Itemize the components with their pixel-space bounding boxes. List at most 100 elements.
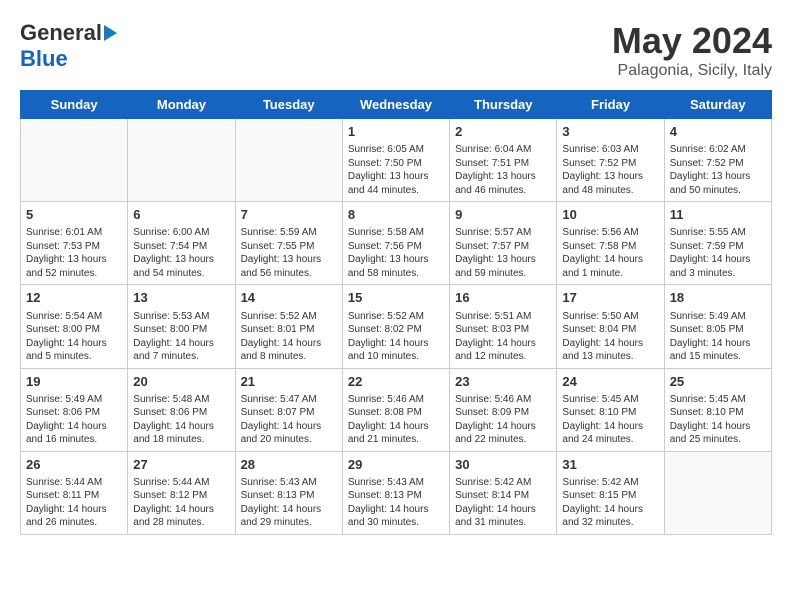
- calendar-cell: 23Sunrise: 5:46 AMSunset: 8:09 PMDayligh…: [450, 368, 557, 451]
- calendar-cell: 12 Sunrise: 5:54 AMSunset: 8:00 PMDayligh…: [21, 285, 128, 368]
- logo: General Blue: [20, 20, 119, 72]
- day-number: 6: [133, 206, 229, 224]
- day-info: Sunrise: 6:00 AMSunset: 7:54 PMDaylight:…: [133, 226, 229, 280]
- calendar-week-2: 5 Sunrise: 6:01 AMSunset: 7:53 PMDaylight…: [21, 202, 772, 285]
- day-info: Sunrise: 5:49 AMSunset: 8:05 PMDaylight:…: [670, 310, 766, 364]
- day-info: Sunrise: 5:42 AMSunset: 8:14 PMDaylight:…: [455, 476, 551, 530]
- day-number: 12: [26, 289, 122, 307]
- calendar-cell: 17Sunrise: 5:50 AMSunset: 8:04 PMDayligh…: [557, 285, 664, 368]
- day-info: Sunrise: 5:46 AMSunset: 8:08 PMDaylight:…: [348, 393, 444, 447]
- page-title: May 2024: [612, 20, 772, 62]
- day-info: Sunrise: 5:49 AMSunset: 8:06 PMDaylight:…: [26, 393, 122, 447]
- calendar-cell: 24 Sunrise: 5:45 AMSunset: 8:10 PMDayligh…: [557, 368, 664, 451]
- day-number: 29: [348, 456, 444, 474]
- calendar-week-5: 26Sunrise: 5:44 AMSunset: 8:11 PMDayligh…: [21, 451, 772, 534]
- calendar-cell: 7 Sunrise: 5:59 AMSunset: 7:55 PMDaylight…: [235, 202, 342, 285]
- calendar-cell: 22 Sunrise: 5:46 AMSunset: 8:08 PMDayligh…: [342, 368, 449, 451]
- day-number: 5: [26, 206, 122, 224]
- weekday-header-tuesday: Tuesday: [235, 91, 342, 119]
- logo-blue-text: Blue: [20, 46, 68, 71]
- day-number: 26: [26, 456, 122, 474]
- calendar-cell: 14 Sunrise: 5:52 AMSunset: 8:01 PMDayligh…: [235, 285, 342, 368]
- weekday-header-sunday: Sunday: [21, 91, 128, 119]
- day-number: 23: [455, 373, 551, 391]
- page-subtitle: Palagonia, Sicily, Italy: [612, 62, 772, 80]
- day-info: Sunrise: 6:02 AMSunset: 7:52 PMDaylight:…: [670, 143, 766, 197]
- day-info: Sunrise: 5:58 AMSunset: 7:56 PMDaylight:…: [348, 226, 444, 280]
- calendar-cell: 8 Sunrise: 5:58 AMSunset: 7:56 PMDaylight…: [342, 202, 449, 285]
- calendar-cell: 20 Sunrise: 5:48 AMSunset: 8:06 PMDayligh…: [128, 368, 235, 451]
- day-number: 17: [562, 289, 658, 307]
- day-info: Sunrise: 5:54 AMSunset: 8:00 PMDaylight:…: [26, 310, 122, 364]
- day-info: Sunrise: 5:59 AMSunset: 7:55 PMDaylight:…: [241, 226, 337, 280]
- day-info: Sunrise: 6:04 AMSunset: 7:51 PMDaylight:…: [455, 143, 551, 197]
- day-info: Sunrise: 5:47 AMSunset: 8:07 PMDaylight:…: [241, 393, 337, 447]
- calendar-cell: 16Sunrise: 5:51 AMSunset: 8:03 PMDayligh…: [450, 285, 557, 368]
- day-number: 19: [26, 373, 122, 391]
- calendar-cell: 4Sunrise: 6:02 AMSunset: 7:52 PMDaylight…: [664, 119, 771, 202]
- page-header: General Blue May 2024 Palagonia, Sicily,…: [20, 20, 772, 80]
- day-number: 14: [241, 289, 337, 307]
- day-number: 24: [562, 373, 658, 391]
- calendar-cell: [235, 119, 342, 202]
- calendar-cell: 21 Sunrise: 5:47 AMSunset: 8:07 PMDayligh…: [235, 368, 342, 451]
- day-number: 30: [455, 456, 551, 474]
- day-number: 15: [348, 289, 444, 307]
- day-number: 10: [562, 206, 658, 224]
- day-number: 20: [133, 373, 229, 391]
- day-info: Sunrise: 5:52 AMSunset: 8:01 PMDaylight:…: [241, 310, 337, 364]
- day-info: Sunrise: 5:51 AMSunset: 8:03 PMDaylight:…: [455, 310, 551, 364]
- day-info: Sunrise: 6:05 AMSunset: 7:50 PMDaylight:…: [348, 143, 444, 197]
- calendar-cell: [21, 119, 128, 202]
- calendar-cell: 1 Sunrise: 6:05 AMSunset: 7:50 PMDaylight…: [342, 119, 449, 202]
- calendar-cell: 6 Sunrise: 6:00 AMSunset: 7:54 PMDaylight…: [128, 202, 235, 285]
- day-info: Sunrise: 6:01 AMSunset: 7:53 PMDaylight:…: [26, 226, 122, 280]
- title-block: May 2024 Palagonia, Sicily, Italy: [612, 20, 772, 80]
- day-number: 28: [241, 456, 337, 474]
- day-number: 13: [133, 289, 229, 307]
- day-info: Sunrise: 5:45 AMSunset: 8:10 PMDaylight:…: [562, 393, 658, 447]
- day-info: Sunrise: 5:48 AMSunset: 8:06 PMDaylight:…: [133, 393, 229, 447]
- day-number: 31: [562, 456, 658, 474]
- calendar-cell: [664, 451, 771, 534]
- calendar-cell: [128, 119, 235, 202]
- weekday-header-wednesday: Wednesday: [342, 91, 449, 119]
- calendar-cell: 9Sunrise: 5:57 AMSunset: 7:57 PMDaylight…: [450, 202, 557, 285]
- day-info: Sunrise: 5:56 AMSunset: 7:58 PMDaylight:…: [562, 226, 658, 280]
- logo-general-text: General: [20, 20, 102, 46]
- day-number: 7: [241, 206, 337, 224]
- day-info: Sunrise: 5:42 AMSunset: 8:15 PMDaylight:…: [562, 476, 658, 530]
- day-info: Sunrise: 5:43 AMSunset: 8:13 PMDaylight:…: [241, 476, 337, 530]
- day-number: 1: [348, 123, 444, 141]
- day-info: Sunrise: 5:45 AMSunset: 8:10 PMDaylight:…: [670, 393, 766, 447]
- calendar-cell: 5 Sunrise: 6:01 AMSunset: 7:53 PMDaylight…: [21, 202, 128, 285]
- calendar-week-4: 19 Sunrise: 5:49 AMSunset: 8:06 PMDayligh…: [21, 368, 772, 451]
- day-number: 11: [670, 206, 766, 224]
- day-number: 3: [562, 123, 658, 141]
- day-number: 22: [348, 373, 444, 391]
- day-number: 21: [241, 373, 337, 391]
- calendar-cell: 13Sunrise: 5:53 AMSunset: 8:00 PMDayligh…: [128, 285, 235, 368]
- calendar-cell: 11 Sunrise: 5:55 AMSunset: 7:59 PMDayligh…: [664, 202, 771, 285]
- calendar-table: SundayMondayTuesdayWednesdayThursdayFrid…: [20, 90, 772, 535]
- calendar-cell: 2 Sunrise: 6:04 AMSunset: 7:51 PMDaylight…: [450, 119, 557, 202]
- calendar-cell: 27Sunrise: 5:44 AMSunset: 8:12 PMDayligh…: [128, 451, 235, 534]
- calendar-cell: 29 Sunrise: 5:43 AMSunset: 8:13 PMDayligh…: [342, 451, 449, 534]
- weekday-header-monday: Monday: [128, 91, 235, 119]
- calendar-cell: 15Sunrise: 5:52 AMSunset: 8:02 PMDayligh…: [342, 285, 449, 368]
- calendar-cell: 26Sunrise: 5:44 AMSunset: 8:11 PMDayligh…: [21, 451, 128, 534]
- calendar-cell: 3Sunrise: 6:03 AMSunset: 7:52 PMDaylight…: [557, 119, 664, 202]
- calendar-cell: 30 Sunrise: 5:42 AMSunset: 8:14 PMDayligh…: [450, 451, 557, 534]
- day-number: 2: [455, 123, 551, 141]
- weekday-header-thursday: Thursday: [450, 91, 557, 119]
- calendar-header-row: SundayMondayTuesdayWednesdayThursdayFrid…: [21, 91, 772, 119]
- calendar-cell: 18Sunrise: 5:49 AMSunset: 8:05 PMDayligh…: [664, 285, 771, 368]
- calendar-cell: 19 Sunrise: 5:49 AMSunset: 8:06 PMDayligh…: [21, 368, 128, 451]
- day-info: Sunrise: 5:43 AMSunset: 8:13 PMDaylight:…: [348, 476, 444, 530]
- day-info: Sunrise: 5:57 AMSunset: 7:57 PMDaylight:…: [455, 226, 551, 280]
- day-number: 25: [670, 373, 766, 391]
- calendar-cell: 28 Sunrise: 5:43 AMSunset: 8:13 PMDayligh…: [235, 451, 342, 534]
- day-number: 8: [348, 206, 444, 224]
- day-info: Sunrise: 5:55 AMSunset: 7:59 PMDaylight:…: [670, 226, 766, 280]
- calendar-week-1: 1 Sunrise: 6:05 AMSunset: 7:50 PMDaylight…: [21, 119, 772, 202]
